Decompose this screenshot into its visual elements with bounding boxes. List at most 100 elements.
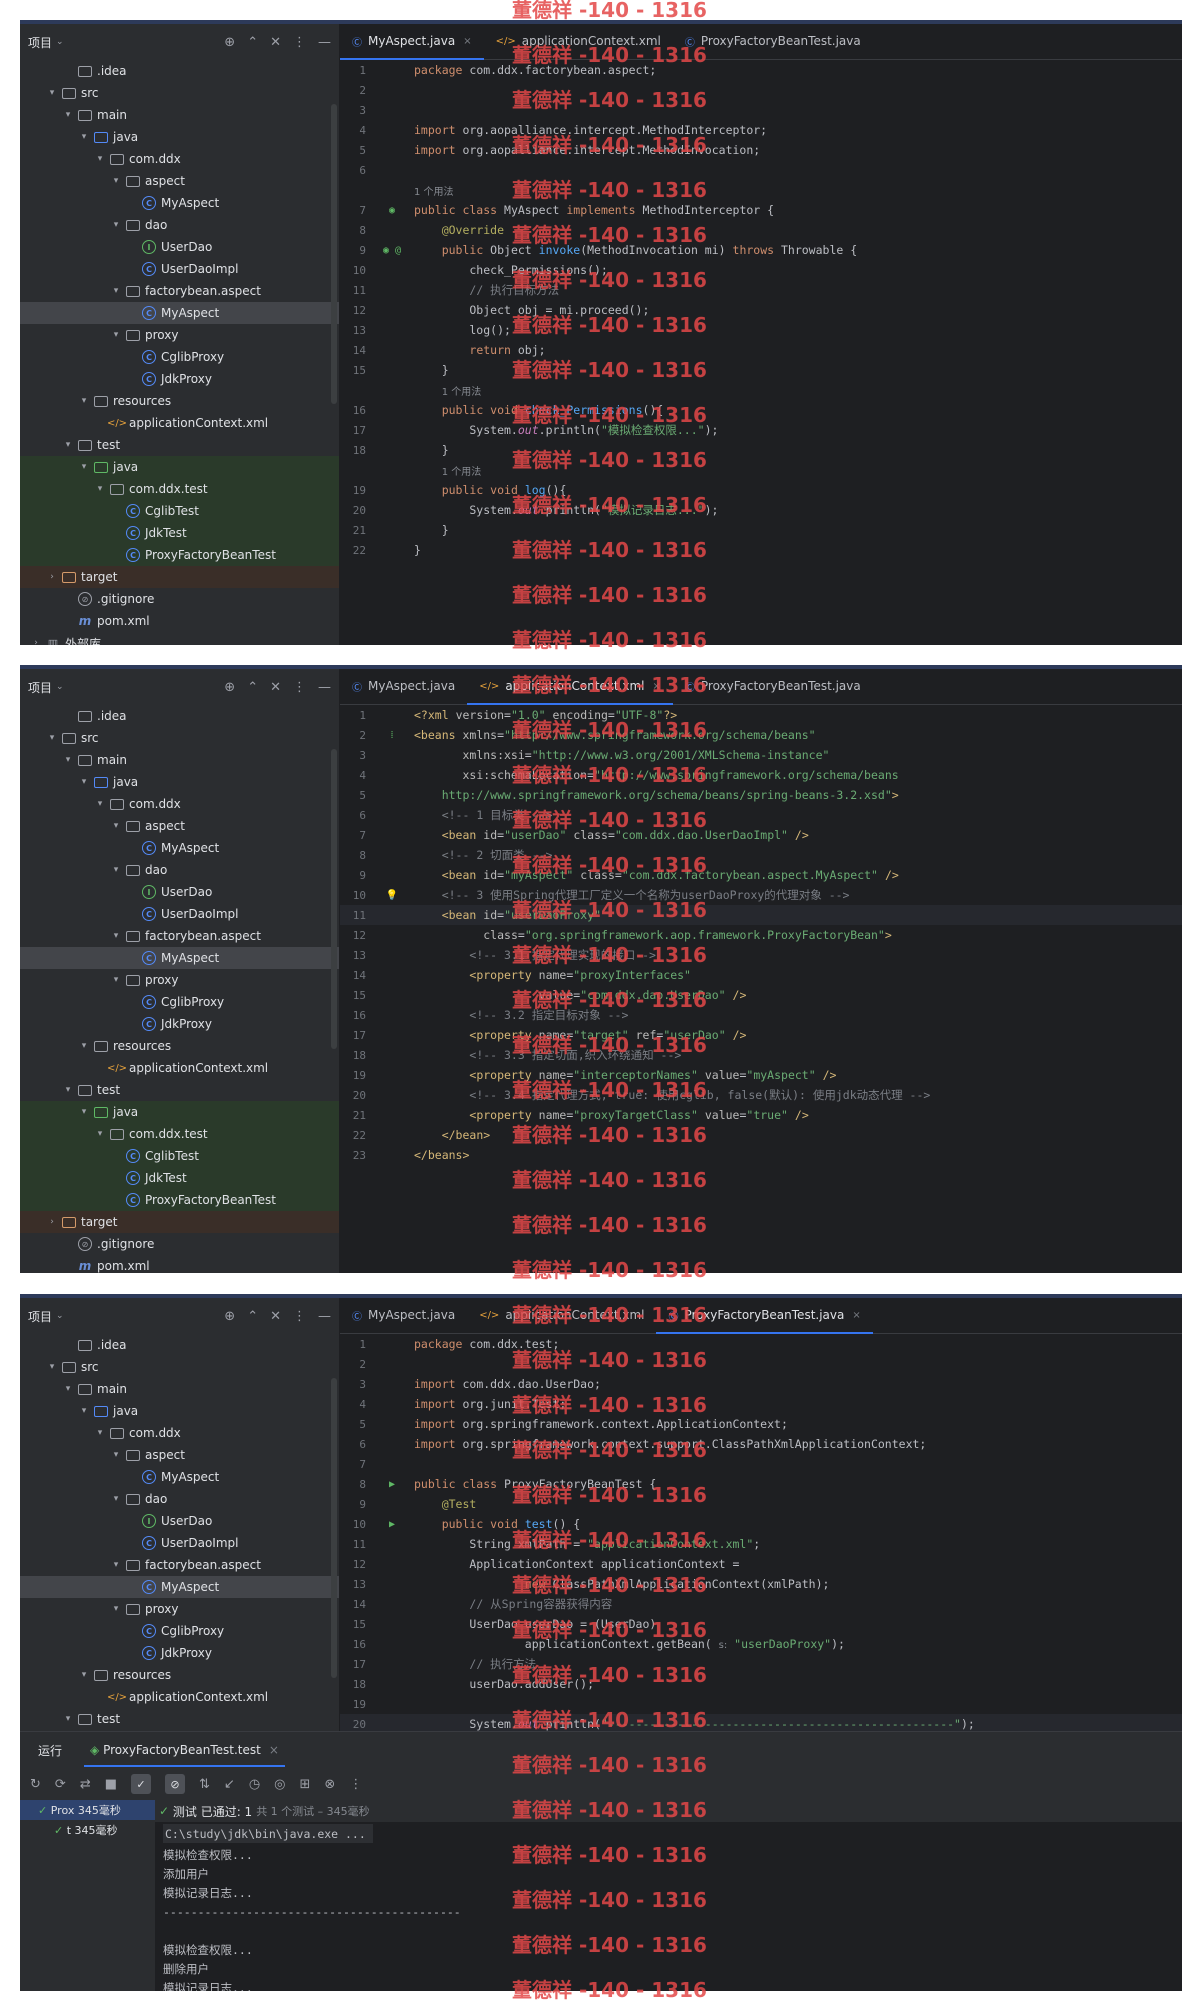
camera-icon[interactable]: ◎ bbox=[274, 1777, 285, 1792]
chevron-icon[interactable]: ▾ bbox=[78, 777, 90, 787]
tree-item[interactable]: I UserDao bbox=[20, 1510, 339, 1532]
toggle-auto-test-icon[interactable]: ⇄ bbox=[80, 1777, 91, 1792]
show-passed-icon[interactable]: ✓ bbox=[131, 1774, 152, 1794]
code-line[interactable]: 10 💡 <!-- 3 使用Spring代理工厂定义一个名称为userDaoPro… bbox=[340, 885, 1182, 905]
tree-item[interactable]: m pom.xml bbox=[20, 1255, 339, 1273]
tree-item[interactable]: ▾ proxy bbox=[20, 969, 339, 991]
show-ignored-icon[interactable]: ⊘ bbox=[165, 1774, 186, 1794]
code-line[interactable]: 16 applicationContext.getBean( s: "userD… bbox=[340, 1634, 1182, 1654]
chevron-icon[interactable]: ▾ bbox=[110, 220, 122, 230]
code-line[interactable]: 8 ▶ public class ProxyFactoryBeanTest { bbox=[340, 1474, 1182, 1494]
tree-item[interactable]: C CglibTest bbox=[20, 500, 339, 522]
code-line[interactable]: 17 <property name="target" ref="userDao"… bbox=[340, 1025, 1182, 1045]
code-line[interactable]: 7 bbox=[340, 1454, 1182, 1474]
tree-item[interactable]: ▾ resources bbox=[20, 1664, 339, 1686]
chevron-down-icon[interactable]: ⌄ bbox=[56, 682, 64, 692]
code-line[interactable]: 5 import org.springframework.context.Appl… bbox=[340, 1414, 1182, 1434]
code-line[interactable]: 15 UserDao userDao = (UserDao) bbox=[340, 1614, 1182, 1634]
code-line[interactable]: 4 import org.junit.Test; bbox=[340, 1394, 1182, 1414]
tree-item[interactable]: C JdkTest bbox=[20, 1167, 339, 1189]
code-line[interactable]: 1 package com.ddx.factorybean.aspect; bbox=[340, 60, 1182, 80]
minimize-icon[interactable]: — bbox=[318, 1309, 331, 1324]
project-header[interactable]: 项目 ⌄ ⊕ ⌃ ✕ ⋮ — bbox=[20, 1298, 339, 1334]
expand-icon[interactable]: ⌃ bbox=[247, 35, 258, 50]
tree-item[interactable]: ▾ dao bbox=[20, 859, 339, 881]
code-line[interactable]: 1 package com.ddx.test; bbox=[340, 1334, 1182, 1354]
gutter-icon[interactable]: ▶ bbox=[370, 1519, 414, 1530]
gutter-icon[interactable]: ◉ bbox=[370, 205, 414, 216]
run-tab[interactable]: ◈ ProxyFactoryBeanTest.test × bbox=[84, 1733, 285, 1767]
tree-item[interactable]: ▾ java bbox=[20, 1101, 339, 1123]
tree-item[interactable]: ▾ factorybean.aspect bbox=[20, 1554, 339, 1576]
code-line[interactable]: 7 ◉ public class MyAspect implements Metho… bbox=[340, 200, 1182, 220]
code-line[interactable]: 3 bbox=[340, 100, 1182, 120]
tree-item[interactable]: C CglibProxy bbox=[20, 991, 339, 1013]
tree-item[interactable]: ▾ com.ddx.test bbox=[20, 478, 339, 500]
tree-item[interactable]: ▾ resources bbox=[20, 1035, 339, 1057]
code-line[interactable]: 15 } bbox=[340, 360, 1182, 380]
minimize-icon[interactable]: — bbox=[318, 680, 331, 695]
editor-tab[interactable]: Ⓒ MyAspect.java × bbox=[340, 23, 484, 60]
code-line[interactable]: 8 @Override bbox=[340, 220, 1182, 240]
history-icon[interactable]: ◷ bbox=[249, 1777, 260, 1792]
gutter-icon[interactable]: 💡 bbox=[370, 890, 414, 901]
chevron-icon[interactable]: ▾ bbox=[94, 484, 106, 494]
tree-item[interactable]: C MyAspect bbox=[20, 192, 339, 214]
tree-item[interactable]: ▾ test bbox=[20, 1079, 339, 1101]
chevron-icon[interactable]: ▾ bbox=[110, 975, 122, 985]
code-line[interactable]: 22 </bean> bbox=[340, 1125, 1182, 1145]
editor-tab[interactable]: </> applicationContext.xml bbox=[484, 23, 673, 59]
sort-icon[interactable]: ⇅ bbox=[199, 1777, 210, 1792]
code-line[interactable]: 16 public void check_Permissions(){ bbox=[340, 400, 1182, 420]
close-icon[interactable]: × bbox=[269, 1743, 279, 1757]
code-line[interactable]: 2 bbox=[340, 80, 1182, 100]
target-icon[interactable]: ⊕ bbox=[224, 680, 235, 695]
chevron-icon[interactable]: ▾ bbox=[110, 865, 122, 875]
code-line[interactable]: 2 bbox=[340, 1354, 1182, 1374]
chevron-icon[interactable]: ▾ bbox=[110, 1450, 122, 1460]
scrollbar[interactable] bbox=[331, 1378, 337, 1678]
more-icon[interactable]: ⋮ bbox=[293, 35, 306, 50]
chevron-icon[interactable]: ▾ bbox=[62, 1714, 74, 1724]
stop-icon[interactable]: ■ bbox=[105, 1777, 117, 1792]
code-line[interactable]: 9 ◉ @ public Object invoke(MethodInvocati… bbox=[340, 240, 1182, 260]
project-header[interactable]: 项目 ⌄ ⊕ ⌃ ✕ ⋮ — bbox=[20, 24, 339, 60]
tree-item[interactable]: C MyAspect bbox=[20, 1466, 339, 1488]
chevron-icon[interactable]: ▾ bbox=[46, 1362, 58, 1372]
collapse-icon[interactable]: ✕ bbox=[270, 1309, 281, 1324]
tree-item[interactable]: .idea bbox=[20, 60, 339, 82]
code-line[interactable]: 11 // 执行目标方法 bbox=[340, 280, 1182, 300]
code-line[interactable]: 1 <?xml version="1.0" encoding="UTF-8"?> bbox=[340, 705, 1182, 725]
chevron-icon[interactable]: › bbox=[46, 1217, 58, 1227]
editor-tab[interactable]: Ⓒ ProxyFactoryBeanTest.java bbox=[673, 23, 873, 59]
chevron-icon[interactable]: ▾ bbox=[78, 1041, 90, 1051]
close-icon[interactable]: × bbox=[852, 1310, 860, 1321]
editor-tab[interactable]: Ⓒ MyAspect.java bbox=[340, 668, 467, 704]
chevron-icon[interactable]: ▾ bbox=[46, 88, 58, 98]
tree-item[interactable]: </> applicationContext.xml bbox=[20, 412, 339, 434]
more-icon[interactable]: ⋮ bbox=[293, 680, 306, 695]
code-line[interactable]: 12 class="org.springframework.aop.framew… bbox=[340, 925, 1182, 945]
chevron-icon[interactable]: ▾ bbox=[94, 1428, 106, 1438]
code-line[interactable]: 19 <property name="interceptorNames" val… bbox=[340, 1065, 1182, 1085]
tree-item[interactable]: ▾ java bbox=[20, 126, 339, 148]
code-line[interactable]: 5 import org.aopalliance.intercept.Method… bbox=[340, 140, 1182, 160]
tree-item[interactable]: ▾ main bbox=[20, 104, 339, 126]
close-icon[interactable]: × bbox=[463, 36, 471, 47]
chevron-down-icon[interactable]: ⌄ bbox=[56, 37, 64, 47]
tree-item[interactable]: ▾ com.ddx bbox=[20, 793, 339, 815]
code-line[interactable]: 15 value="com.ddx.dao.UserDao" /> bbox=[340, 985, 1182, 1005]
chevron-icon[interactable]: ▾ bbox=[110, 176, 122, 186]
tree-item[interactable]: C JdkProxy bbox=[20, 1642, 339, 1664]
tree-item[interactable]: › target bbox=[20, 566, 339, 588]
tree-item[interactable]: ▾ dao bbox=[20, 1488, 339, 1510]
tree-item[interactable]: ▾ java bbox=[20, 1400, 339, 1422]
editor-tab[interactable]: </> applicationContext.xml bbox=[467, 1297, 656, 1333]
chevron-icon[interactable]: ▾ bbox=[110, 330, 122, 340]
chevron-icon[interactable]: ▾ bbox=[62, 1085, 74, 1095]
gutter-icon[interactable]: ◉ @ bbox=[370, 245, 414, 256]
code-line[interactable]: 18 userDao.addUser(); bbox=[340, 1674, 1182, 1694]
code-line[interactable]: 1 个用法 bbox=[340, 180, 1182, 200]
tree-item[interactable]: ▾ com.ddx bbox=[20, 148, 339, 170]
chevron-icon[interactable]: ▾ bbox=[46, 733, 58, 743]
